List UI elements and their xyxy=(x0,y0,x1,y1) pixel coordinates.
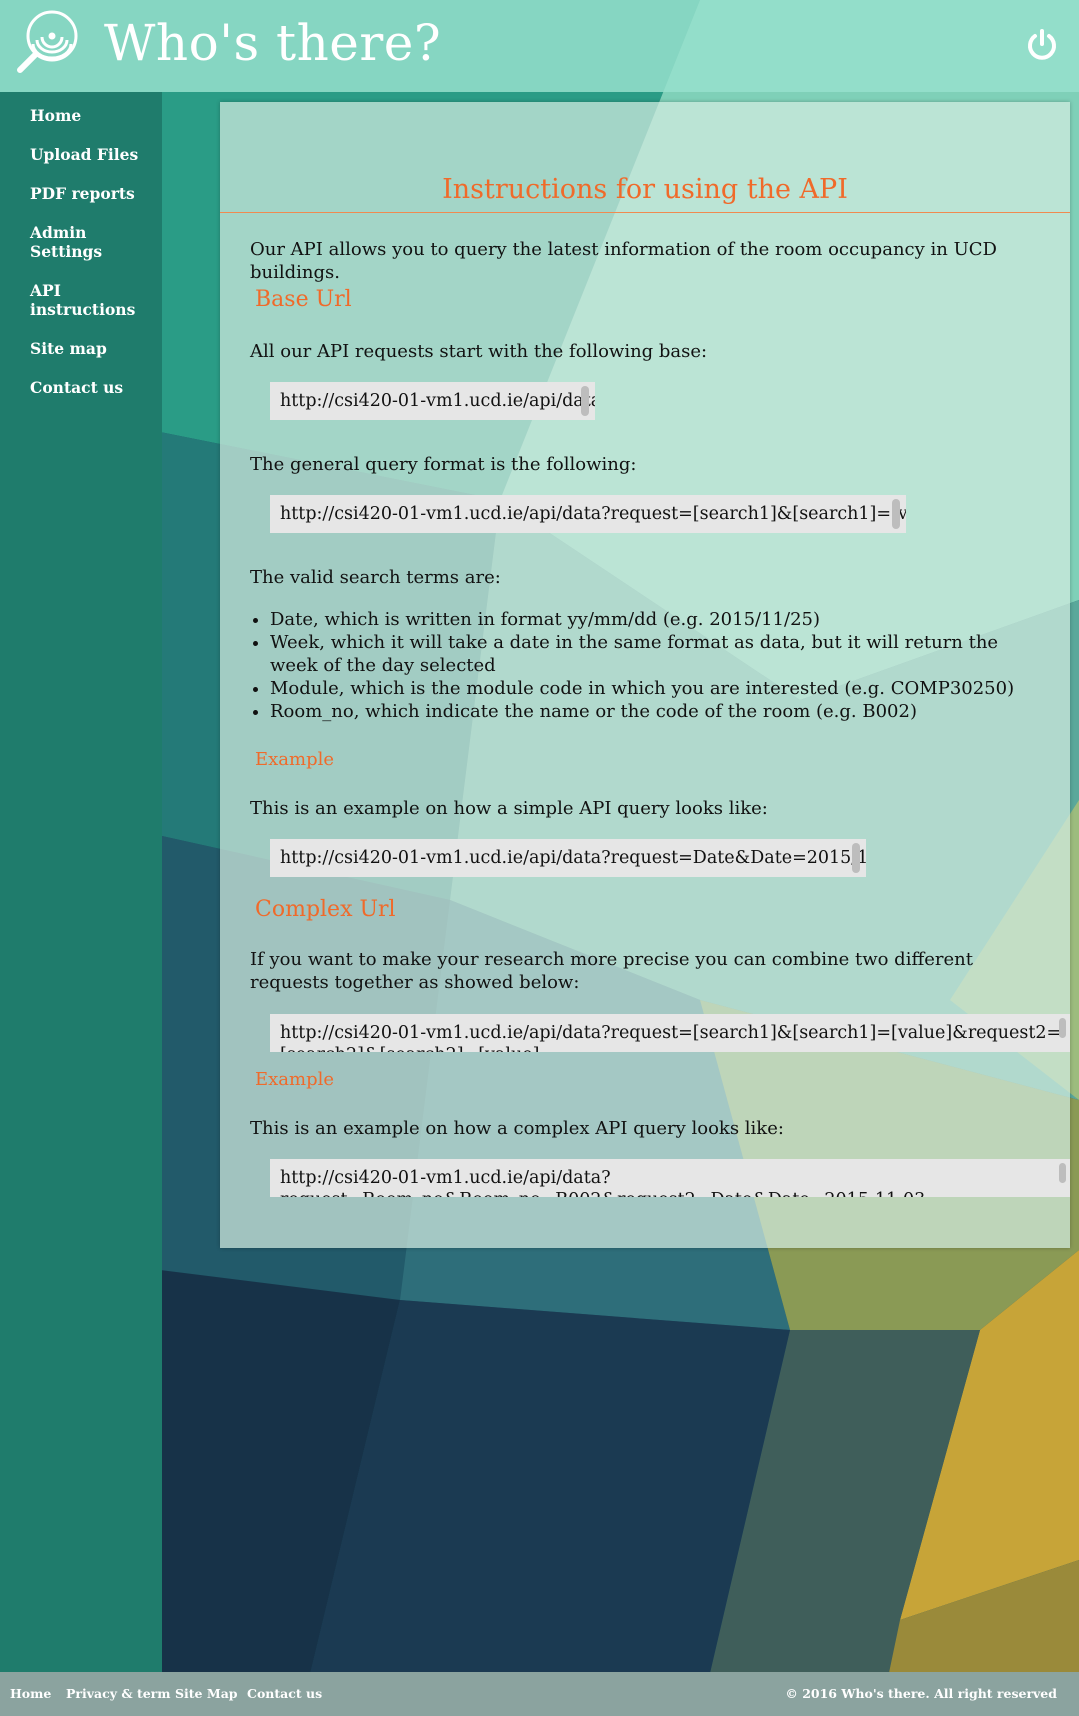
sidebar-item-upload-files[interactable]: Upload Files xyxy=(0,145,150,164)
complex-example-code-box[interactable]: http://csi420-01-vm1.ucd.ie/api/data?req… xyxy=(270,1159,1070,1197)
footer-link-site-map[interactable]: Site Map xyxy=(175,1672,238,1716)
footer-link-privacy[interactable]: Privacy & term xyxy=(66,1672,171,1716)
app-title: Who's there? xyxy=(104,14,442,72)
sidebar-item-site-map[interactable]: Site map xyxy=(0,339,150,358)
list-item: Date, which is written in format yy/mm/d… xyxy=(270,608,1050,631)
title-divider xyxy=(220,212,1070,213)
example-heading: Example xyxy=(255,749,335,770)
api-instructions-panel: Instructions for using the API Our API a… xyxy=(220,102,1070,1248)
app-header: Who's there? xyxy=(0,0,1079,92)
complex-example-text: This is an example on how a complex API … xyxy=(250,1118,784,1139)
complex-url-heading: Complex Url xyxy=(255,897,396,922)
list-item: Room_no, which indicate the name or the … xyxy=(270,700,1050,723)
scrollbar[interactable] xyxy=(892,499,900,529)
format-text: The general query format is the followin… xyxy=(250,454,637,475)
terms-text: The valid search terms are: xyxy=(250,567,501,588)
sidebar: Home Upload Files PDF reports Admin Sett… xyxy=(0,92,162,1672)
example-code: http://csi420-01-vm1.ucd.ie/api/data?req… xyxy=(280,848,866,868)
base-url-code-box[interactable]: http://csi420-01-vm1.ucd.ie/api/data xyxy=(270,382,595,420)
scrollbar[interactable] xyxy=(852,843,860,873)
sidebar-item-pdf-reports[interactable]: PDF reports xyxy=(0,184,150,203)
sidebar-item-api-instructions[interactable]: API instructions xyxy=(0,281,135,319)
copyright-text: © 2016 Who's there. All right reserved xyxy=(785,1686,1057,1701)
page-title: Instructions for using the API xyxy=(442,174,848,205)
complex-code-box[interactable]: http://csi420-01-vm1.ucd.ie/api/data?req… xyxy=(270,1014,1070,1052)
example-text: This is an example on how a simple API q… xyxy=(250,798,768,819)
footer: Home Privacy & term Site Map Contact us … xyxy=(0,1672,1079,1716)
base-url-code: http://csi420-01-vm1.ucd.ie/api/data xyxy=(280,391,595,411)
format-code: http://csi420-01-vm1.ucd.ie/api/data?req… xyxy=(280,504,906,524)
search-terms-list: Date, which is written in format yy/mm/d… xyxy=(250,608,1050,723)
intro-text: Our API allows you to query the latest i… xyxy=(250,239,997,283)
magnifier-radar-icon xyxy=(17,10,78,73)
list-item: Week, which it will take a date in the s… xyxy=(270,631,1050,677)
sidebar-item-admin-settings[interactable]: Admin Settings xyxy=(0,223,102,261)
scrollbar[interactable] xyxy=(581,386,589,416)
base-url-text: All our API requests start with the foll… xyxy=(250,341,708,362)
complex-url-text: If you want to make your research more p… xyxy=(250,949,973,993)
scrollbar[interactable] xyxy=(1059,1163,1066,1183)
sidebar-item-home[interactable]: Home xyxy=(0,106,150,125)
footer-link-home[interactable]: Home xyxy=(10,1672,51,1716)
base-url-heading: Base Url xyxy=(255,287,352,312)
list-item: Module, which is the module code in whic… xyxy=(270,677,1050,700)
power-icon[interactable] xyxy=(1025,28,1059,62)
sidebar-item-contact-us[interactable]: Contact us xyxy=(0,378,150,397)
footer-link-contact[interactable]: Contact us xyxy=(247,1672,322,1716)
example-code-box[interactable]: http://csi420-01-vm1.ucd.ie/api/data?req… xyxy=(270,839,866,877)
complex-example-code: http://csi420-01-vm1.ucd.ie/api/data?req… xyxy=(280,1168,925,1197)
complex-example-heading: Example xyxy=(255,1069,335,1090)
complex-code: http://csi420-01-vm1.ucd.ie/api/data?req… xyxy=(280,1023,1062,1052)
scrollbar[interactable] xyxy=(1059,1018,1066,1038)
format-code-box[interactable]: http://csi420-01-vm1.ucd.ie/api/data?req… xyxy=(270,495,906,533)
